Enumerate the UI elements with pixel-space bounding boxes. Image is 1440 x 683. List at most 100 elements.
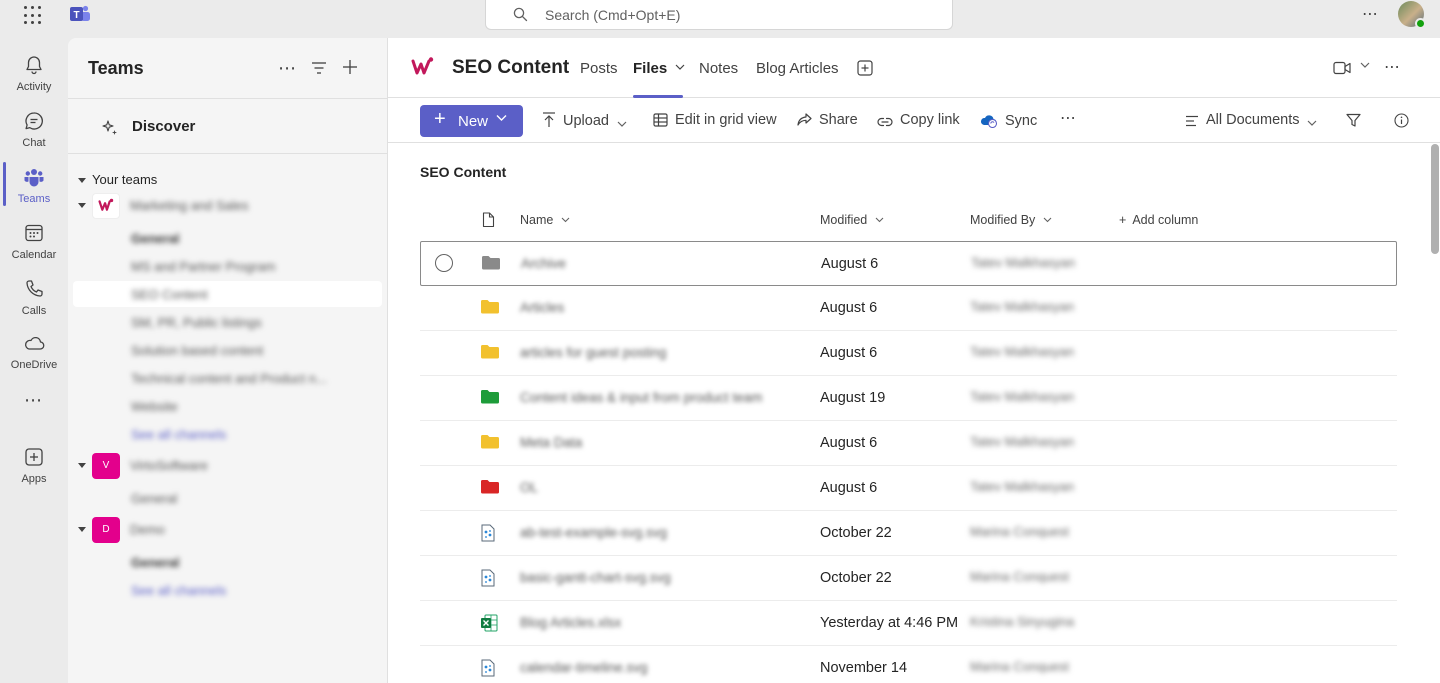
share-label: Share [819, 112, 858, 128]
section-label: Your teams [92, 172, 158, 187]
channel-item[interactable]: General [131, 231, 179, 246]
file-name[interactable]: Articles [520, 300, 564, 315]
column-label: Name [520, 213, 554, 227]
team-name: Demo [130, 522, 165, 537]
upload-button[interactable]: Upload [542, 112, 634, 129]
rail-item-activity[interactable]: Activity [0, 46, 68, 96]
table-row[interactable]: calendar-timeline.svg November 14 Marina C… [420, 646, 1397, 683]
add-tab-icon[interactable] [857, 60, 873, 76]
table-row[interactable]: Content ideas & input from product team A… [420, 376, 1397, 421]
rail-item-onedrive[interactable]: OneDrive [0, 324, 68, 374]
discover-button[interactable]: Discover [101, 117, 301, 137]
table-row[interactable]: Meta Data August 6 Tatev Malkhasyan [420, 421, 1397, 466]
filter-icon[interactable] [1346, 113, 1361, 128]
channel-item[interactable]: Solution based content [131, 343, 263, 358]
modified-by: Marina Conquest [970, 569, 1069, 584]
modified-by: Tatev Malkhasyan [970, 479, 1075, 494]
row-select-radio[interactable] [435, 254, 453, 272]
add-column-button[interactable]: + Add column [1119, 213, 1198, 227]
table-row[interactable]: basic-gantt-chart-svg.svg October 22 Marin… [420, 556, 1397, 601]
channel-item-seo-content[interactable]: SEO Content [131, 287, 208, 302]
settings-more-icon[interactable]: ⋯ [1362, 4, 1379, 24]
channel-item[interactable]: MS and Partner Program [131, 259, 276, 274]
team-marketing-and-sales[interactable]: Marketing and Sales [78, 193, 378, 219]
see-all-channels-link[interactable]: See all channels [131, 583, 226, 598]
more-commands-icon[interactable]: ⋯ [1060, 108, 1076, 128]
file-name[interactable]: ab-test-example-svg.svg [520, 525, 667, 540]
share-button[interactable]: Share [797, 112, 858, 128]
rail-item-apps[interactable]: Apps [0, 438, 68, 488]
file-name[interactable]: Content ideas & input from product team [520, 390, 762, 405]
modified-by: Tatev Malkhasyan [970, 299, 1075, 314]
column-header-modified-by[interactable]: Modified By [970, 213, 1052, 227]
channel-item[interactable]: Website [131, 399, 178, 414]
tab-files[interactable]: Files [633, 60, 685, 77]
rail-item-calendar[interactable]: Calendar [0, 214, 68, 264]
your-teams-header[interactable]: Your teams [78, 172, 157, 187]
table-row[interactable]: Articles August 6 Tatev Malkhasyan [420, 286, 1397, 331]
chevron-down-icon [875, 217, 884, 223]
new-button[interactable]: + New [420, 105, 523, 137]
file-name[interactable]: OL [520, 480, 538, 495]
modified-date: August 6 [820, 480, 878, 496]
view-selector[interactable]: All Documents [1185, 112, 1324, 128]
file-name[interactable]: articles for guest posting [520, 345, 666, 360]
file-name[interactable]: Archive [521, 256, 566, 271]
rail-label: OneDrive [10, 359, 58, 371]
app-launcher-icon[interactable] [24, 6, 44, 26]
file-name[interactable]: Blog Articles.xlsx [520, 615, 621, 630]
rail-item-chat[interactable]: Chat [0, 102, 68, 152]
tab-blog-articles[interactable]: Blog Articles [756, 60, 839, 77]
rail-item-calls[interactable]: Calls [0, 270, 68, 320]
divider [68, 153, 388, 154]
column-header-modified[interactable]: Modified [820, 213, 884, 227]
file-type-header-icon[interactable] [482, 212, 495, 228]
filter-lines-icon[interactable] [311, 61, 327, 75]
channel-item[interactable]: Technical content and Product n... [131, 371, 327, 386]
channel-item[interactable]: General [131, 555, 179, 570]
team-demo[interactable]: D Demo [78, 517, 378, 543]
new-label: New [458, 113, 489, 130]
video-camera-icon[interactable] [1333, 61, 1352, 75]
team-name: Marketing and Sales [130, 198, 249, 213]
see-all-channels-link[interactable]: See all channels [131, 427, 226, 442]
column-header-name[interactable]: Name [520, 213, 570, 227]
grid-label: Edit in grid view [675, 112, 777, 128]
table-row[interactable]: OL August 6 Tatev Malkhasyan [420, 466, 1397, 511]
more-options-icon[interactable]: ⋯ [278, 58, 296, 79]
file-name[interactable]: calendar-timeline.svg [520, 660, 648, 675]
file-name[interactable]: Meta Data [520, 435, 582, 450]
copy-link-button[interactable]: Copy link [877, 112, 960, 128]
channel-item[interactable]: SM, PR, Public listings [131, 315, 262, 330]
chevron-down-icon [561, 217, 570, 223]
upload-arrow-icon [543, 112, 555, 127]
table-row[interactable]: ab-test-example-svg.svg October 22 Marina … [420, 511, 1397, 556]
team-tile: V [92, 453, 120, 479]
sync-button[interactable]: Sync [980, 112, 1037, 129]
modified-date: August 6 [820, 300, 878, 316]
svg-file-icon [480, 524, 496, 547]
info-icon[interactable] [1394, 113, 1409, 128]
svg-file-icon [480, 659, 496, 682]
tab-notes[interactable]: Notes [699, 60, 738, 77]
channel-item[interactable]: General [131, 491, 177, 506]
edit-grid-view-button[interactable]: Edit in grid view [653, 112, 777, 128]
avatar[interactable] [1398, 1, 1426, 29]
table-row[interactable]: Archive August 6 Tatev Malkhasyan [420, 241, 1397, 286]
more-options-icon[interactable]: ⋯ [1384, 57, 1401, 77]
chevron-down-icon[interactable] [1360, 62, 1370, 69]
plus-icon: + [434, 108, 446, 130]
search-icon [513, 7, 528, 22]
rail-item-teams[interactable]: Teams [0, 158, 68, 208]
team-virtosoftware[interactable]: V VirtoSoftware [78, 453, 378, 479]
file-name[interactable]: basic-gantt-chart-svg.svg [520, 570, 671, 585]
rail-label: Chat [22, 137, 46, 149]
table-row[interactable]: articles for guest posting August 6 Tatev … [420, 331, 1397, 376]
command-bar: + New Upload Edit in grid view Share Cop… [388, 99, 1440, 143]
plus-icon[interactable] [342, 59, 358, 75]
scrollbar[interactable] [1431, 144, 1439, 254]
table-row[interactable]: Blog Articles.xlsx Yesterday at 4:46 PM Kr… [420, 601, 1397, 646]
more-apps-icon[interactable]: ⋯ [24, 390, 43, 411]
tab-posts[interactable]: Posts [580, 60, 618, 77]
search-box[interactable]: Search (Cmd+Opt+E) [485, 0, 953, 30]
